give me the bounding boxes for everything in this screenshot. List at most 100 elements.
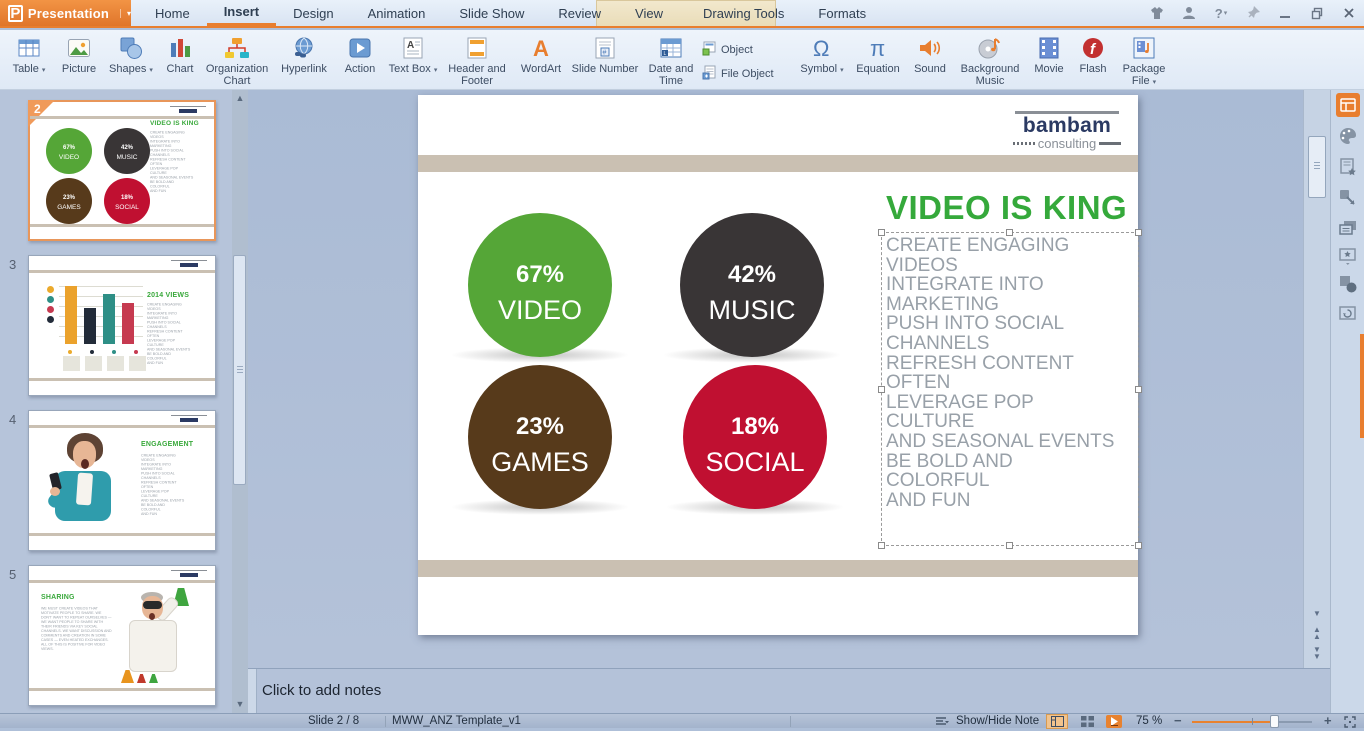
fit-slide-button[interactable]: [1344, 716, 1356, 731]
handle-top-left[interactable]: [878, 229, 885, 236]
tab-slide-show[interactable]: Slide Show: [442, 0, 541, 26]
stat-circle-social[interactable]: 18% SOCIAL: [683, 365, 827, 509]
file-object-icon: [702, 65, 717, 83]
object-shapes-icon[interactable]: [1336, 272, 1360, 296]
slide-sorter-view-button[interactable]: [1076, 714, 1098, 729]
zoom-out-button[interactable]: −: [1174, 713, 1182, 728]
pin-icon[interactable]: [1244, 5, 1262, 21]
tab-design[interactable]: Design: [276, 0, 350, 26]
stat-circle-music[interactable]: 42% MUSIC: [680, 213, 824, 357]
tab-review[interactable]: Review: [541, 0, 618, 26]
mini-slide-title: VIDEO IS KING: [150, 120, 199, 127]
thumbnail-scrollbar-thumb[interactable]: [233, 255, 246, 485]
backup-restore-icon[interactable]: [1336, 302, 1360, 326]
theme-shirt-icon[interactable]: [1148, 5, 1166, 21]
bullet-textbox[interactable]: CREATE ENGAGING VIDEOS INTEGRATE INTO MA…: [881, 232, 1139, 546]
task-pane-sidebar: [1330, 90, 1364, 728]
zoom-slider-thumb[interactable]: [1270, 715, 1279, 728]
thumbnail-slide-2[interactable]: 2 VIDEO IS KING CREATE ENGAGING VIDEOS I…: [28, 100, 216, 241]
restore-button[interactable]: [1308, 5, 1326, 21]
note-toggle-label[interactable]: Show/Hide Note: [956, 715, 1039, 727]
table-button[interactable]: Table ▾: [4, 32, 54, 88]
handle-top-right[interactable]: [1135, 229, 1142, 236]
tab-animation[interactable]: Animation: [351, 0, 443, 26]
text-box-icon: A: [400, 34, 426, 62]
slideshow-play-button[interactable]: [1106, 715, 1122, 728]
editor-scrollbar[interactable]: ▼ ▲▲ ▼▼: [1303, 90, 1330, 668]
tab-home[interactable]: Home: [138, 0, 207, 26]
slide-canvas[interactable]: bambam consulting VIDEO IS KING CREATE E…: [418, 95, 1138, 635]
handle-bottom-middle[interactable]: [1006, 542, 1013, 549]
animation-star-icon[interactable]: [1336, 244, 1360, 268]
slide-title[interactable]: VIDEO IS KING: [886, 189, 1138, 227]
mini-slide-title: 2014 VIEWS: [147, 292, 189, 299]
account-person-icon[interactable]: [1180, 5, 1198, 21]
sound-button[interactable]: Sound: [906, 32, 954, 88]
organization-chart-icon: [224, 34, 250, 62]
flash-button[interactable]: f Flash: [1072, 32, 1114, 88]
ribbon-toolbar: Table ▾ Picture Shapes ▾ Chart Organizat…: [0, 30, 1364, 90]
mini-stat-music: 42%MUSIC: [104, 128, 150, 174]
object-button-group: Object File Object: [702, 32, 794, 90]
notes-placeholder[interactable]: Click to add notes: [262, 682, 381, 699]
handle-middle-right[interactable]: [1135, 386, 1142, 393]
symbol-button[interactable]: Ω Symbol ▾: [794, 32, 850, 88]
handle-middle-left[interactable]: [878, 386, 885, 393]
design-palette-icon[interactable]: [1336, 124, 1360, 148]
equation-button[interactable]: π Equation: [850, 32, 906, 88]
scroll-up-icon[interactable]: ▲: [234, 92, 246, 104]
stat-circle-games[interactable]: 23% GAMES: [468, 365, 612, 509]
template-star-icon[interactable]: [1336, 155, 1360, 179]
hyperlink-button[interactable]: Hyperlink: [272, 32, 336, 88]
symbol-icon: Ω: [809, 34, 835, 62]
help-button[interactable]: ?▾: [1212, 5, 1230, 21]
action-button[interactable]: Action: [336, 32, 384, 88]
organization-chart-button[interactable]: Organization Chart: [202, 32, 272, 88]
transition-shapes-icon[interactable]: [1336, 186, 1360, 210]
file-object-button[interactable]: File Object: [702, 65, 794, 83]
slide-thumbnail-panel: 2 VIDEO IS KING CREATE ENGAGING VIDEOS I…: [0, 90, 248, 713]
scroll-down-button[interactable]: ▼: [1307, 610, 1327, 617]
notes-pane[interactable]: Click to add notes: [248, 668, 1330, 713]
layout-stack-icon[interactable]: [1336, 216, 1360, 240]
note-toggle-icon[interactable]: [936, 717, 950, 730]
header-footer-button[interactable]: Header and Footer: [442, 32, 512, 88]
thumbnail-slide-3[interactable]: 2014 VIEWS CREATE ENGAGING VIDEOS INTEGR…: [28, 255, 216, 396]
task-pane-icon[interactable]: [1336, 93, 1360, 117]
thumbnail-slide-4[interactable]: ENGAGEMENT CREATE ENGAGING VIDEOS INTEGR…: [28, 410, 216, 551]
tab-drawing-tools[interactable]: Drawing Tools: [686, 0, 801, 26]
object-button[interactable]: Object: [702, 41, 794, 59]
minimize-button[interactable]: [1276, 5, 1294, 21]
stat-circle-video[interactable]: 67% VIDEO: [468, 213, 612, 357]
normal-view-button[interactable]: [1046, 714, 1068, 729]
date-time-button[interactable]: L Date and Time: [640, 32, 702, 88]
thumbnail-slide-5[interactable]: SHARING WE MUST CREATE VIDEOS THAT MOTIV…: [28, 565, 216, 706]
bambam-logo[interactable]: bambam consulting: [1012, 111, 1122, 151]
handle-bottom-left[interactable]: [878, 542, 885, 549]
notes-splitter[interactable]: [248, 669, 257, 714]
tab-insert[interactable]: Insert: [207, 0, 276, 26]
picture-button[interactable]: Picture: [54, 32, 104, 88]
tab-view[interactable]: View: [618, 0, 680, 26]
sidebar-accent-strip: [1360, 334, 1364, 438]
scroll-down-icon[interactable]: ▼: [234, 698, 246, 710]
close-button[interactable]: [1340, 5, 1358, 21]
editor-scrollbar-thumb[interactable]: [1308, 136, 1326, 198]
thumbnail-scrollbar[interactable]: ▲ ▼: [232, 90, 248, 713]
chart-button[interactable]: Chart: [158, 32, 202, 88]
text-box-button[interactable]: A Text Box ▾: [384, 32, 442, 88]
handle-bottom-right[interactable]: [1135, 542, 1142, 549]
movie-button[interactable]: Movie: [1026, 32, 1072, 88]
background-music-button[interactable]: Background Music: [954, 32, 1026, 88]
handle-top-middle[interactable]: [1006, 229, 1013, 236]
zoom-in-button[interactable]: +: [1324, 713, 1332, 728]
package-file-button[interactable]: Package File ▾: [1114, 32, 1174, 88]
app-menu-button[interactable]: P Presentation ▾: [0, 0, 131, 26]
tab-formats[interactable]: Formats: [801, 0, 883, 26]
shapes-button[interactable]: Shapes ▾: [104, 32, 158, 88]
next-slide-button[interactable]: ▼▼: [1307, 646, 1327, 660]
previous-slide-button[interactable]: ▲▲: [1307, 626, 1327, 640]
slide-number-button[interactable]: # Slide Number: [570, 32, 640, 88]
wordart-button[interactable]: A WordArt: [512, 32, 570, 88]
bullet-text[interactable]: CREATE ENGAGING VIDEOS INTEGRATE INTO MA…: [886, 236, 1136, 510]
